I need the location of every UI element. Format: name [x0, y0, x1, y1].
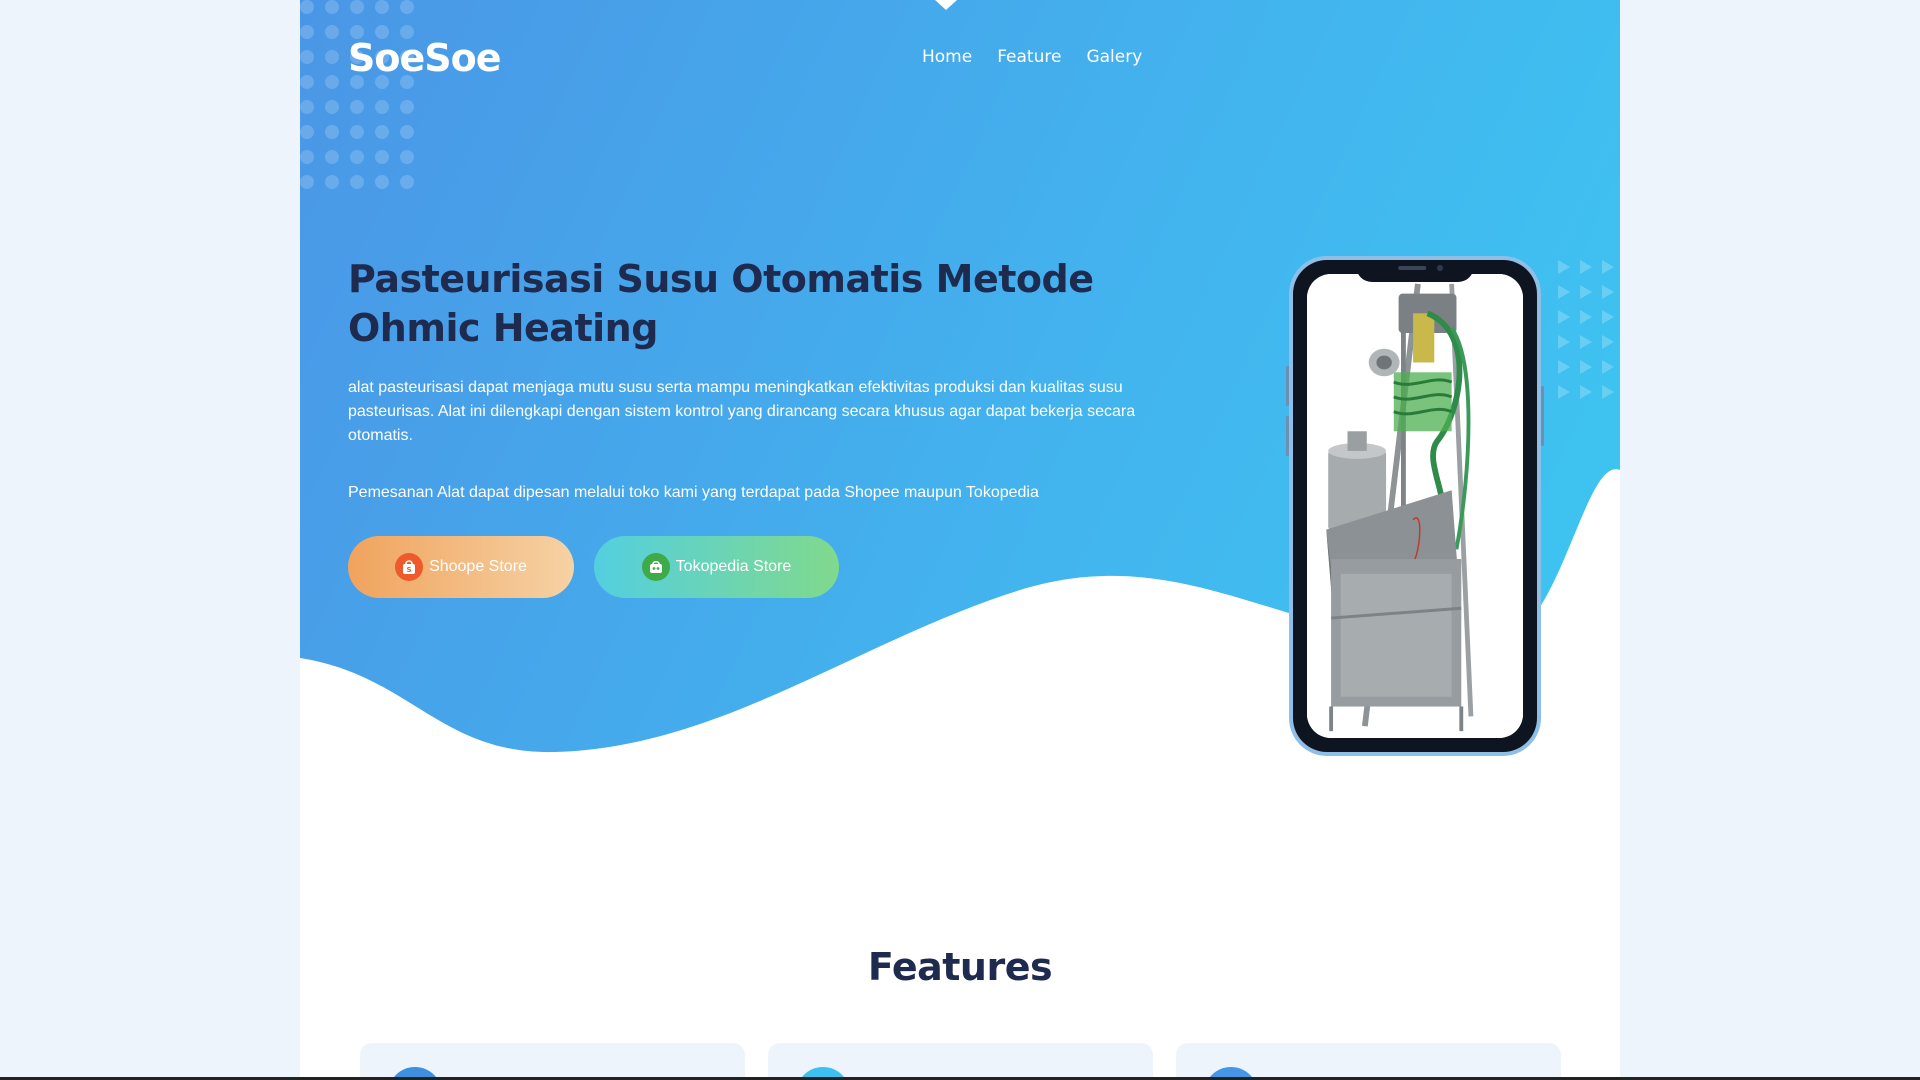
hero-description: alat pasteurisasi dapat menjaga mutu sus…: [348, 379, 1136, 444]
feature-card: [360, 1043, 745, 1080]
tokopedia-store-button[interactable]: Tokopedia Store: [594, 536, 839, 598]
shopee-store-button[interactable]: S Shoope Store: [348, 536, 574, 598]
main-nav: Home Feature Galery: [922, 47, 1142, 67]
nav-galery[interactable]: Galery: [1086, 47, 1142, 67]
phone-mockup: [1286, 256, 1544, 756]
hero-order-note: Pemesanan Alat dapat dipesan melalui tok…: [348, 484, 1039, 501]
tokopedia-store-label: Tokopedia Store: [675, 558, 792, 575]
phone-frame: [1293, 260, 1537, 752]
feature-card: [768, 1043, 1153, 1080]
tokopedia-bag-icon: [641, 553, 670, 581]
shopee-bag-icon: S: [395, 553, 424, 581]
phone-side-button: [1541, 386, 1544, 446]
phone-speaker: [1398, 266, 1427, 270]
phone-side-button: [1286, 366, 1289, 406]
nav-feature[interactable]: Feature: [997, 47, 1061, 67]
shopee-store-label: Shoope Store: [429, 558, 527, 575]
milk-pasteurizer-machine-image: [1307, 274, 1523, 738]
product-image-screen: [1307, 274, 1523, 738]
brand-logo[interactable]: SoeSoe: [348, 36, 501, 80]
phone-notch: [1356, 260, 1474, 282]
page-container: SoeSoe Home Feature Galery Pasteurisasi …: [300, 0, 1620, 1080]
phone-side-button: [1286, 416, 1289, 456]
svg-text:S: S: [407, 566, 412, 574]
features-heading: Features: [867, 945, 1053, 989]
hero-title: Pasteurisasi Susu Otomatis Metode Ohmic …: [348, 257, 1094, 350]
phone-camera: [1437, 265, 1443, 271]
nav-home[interactable]: Home: [922, 47, 972, 67]
top-indicator-arrow: [935, 0, 957, 10]
feature-card: [1176, 1043, 1561, 1080]
